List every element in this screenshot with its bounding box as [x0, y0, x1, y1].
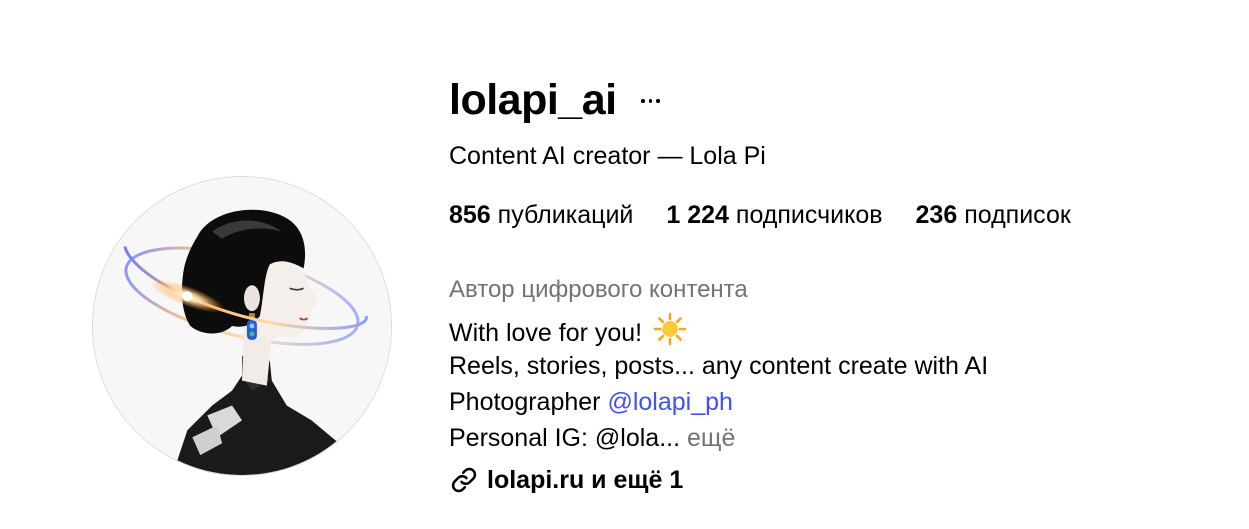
profile-header: lolapi_ai [449, 72, 1229, 128]
external-links[interactable]: lolapi.ru и ещё 1 [449, 464, 1229, 496]
bio-line-1-text: With love for you! [449, 319, 643, 347]
followers-count: 1 224 [666, 201, 729, 229]
bio-line-1: With love for you! [449, 312, 1229, 348]
avatar-illustration [93, 177, 391, 475]
following-label: подписок [964, 201, 1071, 229]
posts-label: публикаций [497, 201, 634, 229]
profile-bio: With love for you! Reels, stories, posts… [449, 312, 1229, 456]
link-icon [451, 467, 477, 493]
bio-line-4: Personal IG: @lola... ещё [449, 420, 1229, 456]
profile-info: lolapi_ai Content AI creator — Lola Pi 8… [449, 72, 1229, 496]
full-name: Content AI creator — Lola Pi [449, 142, 766, 170]
bio-line-3-prefix: Photographer [449, 388, 601, 416]
bio-line-4-text: Personal IG: @lola... [449, 424, 681, 452]
more-horizontal-icon-dot [648, 99, 653, 103]
more-horizontal-icon-dot [656, 99, 660, 103]
bio-line-2: Reels, stories, posts... any content cre… [449, 352, 989, 380]
posts-count: 856 [449, 201, 491, 229]
bio-line-3: Photographer @lolapi_ph [449, 384, 1229, 420]
profile-category: Автор цифрового контента [449, 276, 748, 303]
bio-more-button[interactable]: ещё [687, 424, 735, 452]
username[interactable]: lolapi_ai [449, 72, 617, 128]
sun-emoji-icon [653, 312, 687, 346]
followers-stat[interactable]: 1 224 подписчиков [666, 199, 882, 231]
followers-label: подписчиков [735, 201, 883, 229]
mention-link[interactable]: @lolapi_ph [607, 388, 732, 416]
profile-page: lolapi_ai Content AI creator — Lola Pi 8… [0, 0, 1249, 529]
posts-stat[interactable]: 856 публикаций [449, 199, 633, 231]
external-link-label: lolapi.ru и ещё 1 [487, 466, 684, 494]
profile-avatar[interactable] [92, 176, 392, 476]
profile-stats: 856 публикаций 1 224 подписчиков 236 под… [449, 199, 1229, 231]
more-options-button[interactable] [637, 87, 665, 115]
following-stat[interactable]: 236 подписок [916, 199, 1071, 231]
following-count: 236 [915, 201, 958, 229]
more-horizontal-icon [641, 99, 645, 103]
